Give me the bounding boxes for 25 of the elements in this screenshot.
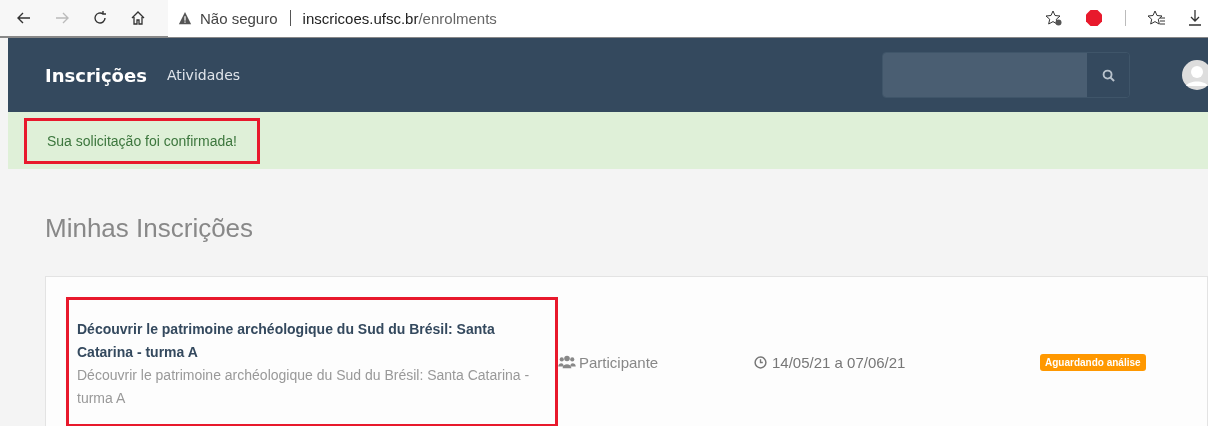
search-field[interactable]: [882, 52, 1130, 98]
clock-icon: [754, 355, 767, 369]
brand-link[interactable]: Inscrições: [45, 64, 147, 86]
course-subtitle: Découvrir le patrimoine archéologique du Sud du Brésil: Santa Catarina - turma A: [77, 366, 531, 408]
address-bar[interactable]: Não seguro inscricoes.ufsc.br/enrolments: [168, 0, 1045, 37]
users-icon: [558, 355, 576, 369]
status-badge: Aguardando análise: [1040, 353, 1146, 371]
page-title: Minhas Inscrições: [45, 213, 255, 244]
url-text: inscricoes.ufsc.br/enrolments: [302, 9, 497, 27]
security-label: Não seguro: [200, 9, 278, 27]
back-icon[interactable]: [16, 10, 32, 26]
favorites-icon[interactable]: [1148, 9, 1166, 27]
warning-icon: [178, 11, 192, 25]
reload-icon[interactable]: [92, 10, 108, 26]
search-icon: [1101, 68, 1115, 82]
alert-message: Sua solicitação foi confirmada!: [24, 117, 260, 164]
stop-sign-icon[interactable]: [1085, 9, 1103, 27]
nav-link[interactable]: Atividades: [166, 67, 241, 83]
avatar-icon[interactable]: [1182, 60, 1208, 90]
bookmark-star-icon[interactable]: [1045, 9, 1063, 27]
download-icon[interactable]: [1188, 9, 1202, 27]
date-range: 14/05/21 a 07/06/21: [772, 353, 906, 371]
role-label: Participante: [579, 353, 659, 371]
course-title[interactable]: Découvrir le patrimoine archéologique du Sud du Brésil: Santa Catarina - turma A: [77, 318, 547, 364]
home-icon[interactable]: [130, 10, 146, 26]
